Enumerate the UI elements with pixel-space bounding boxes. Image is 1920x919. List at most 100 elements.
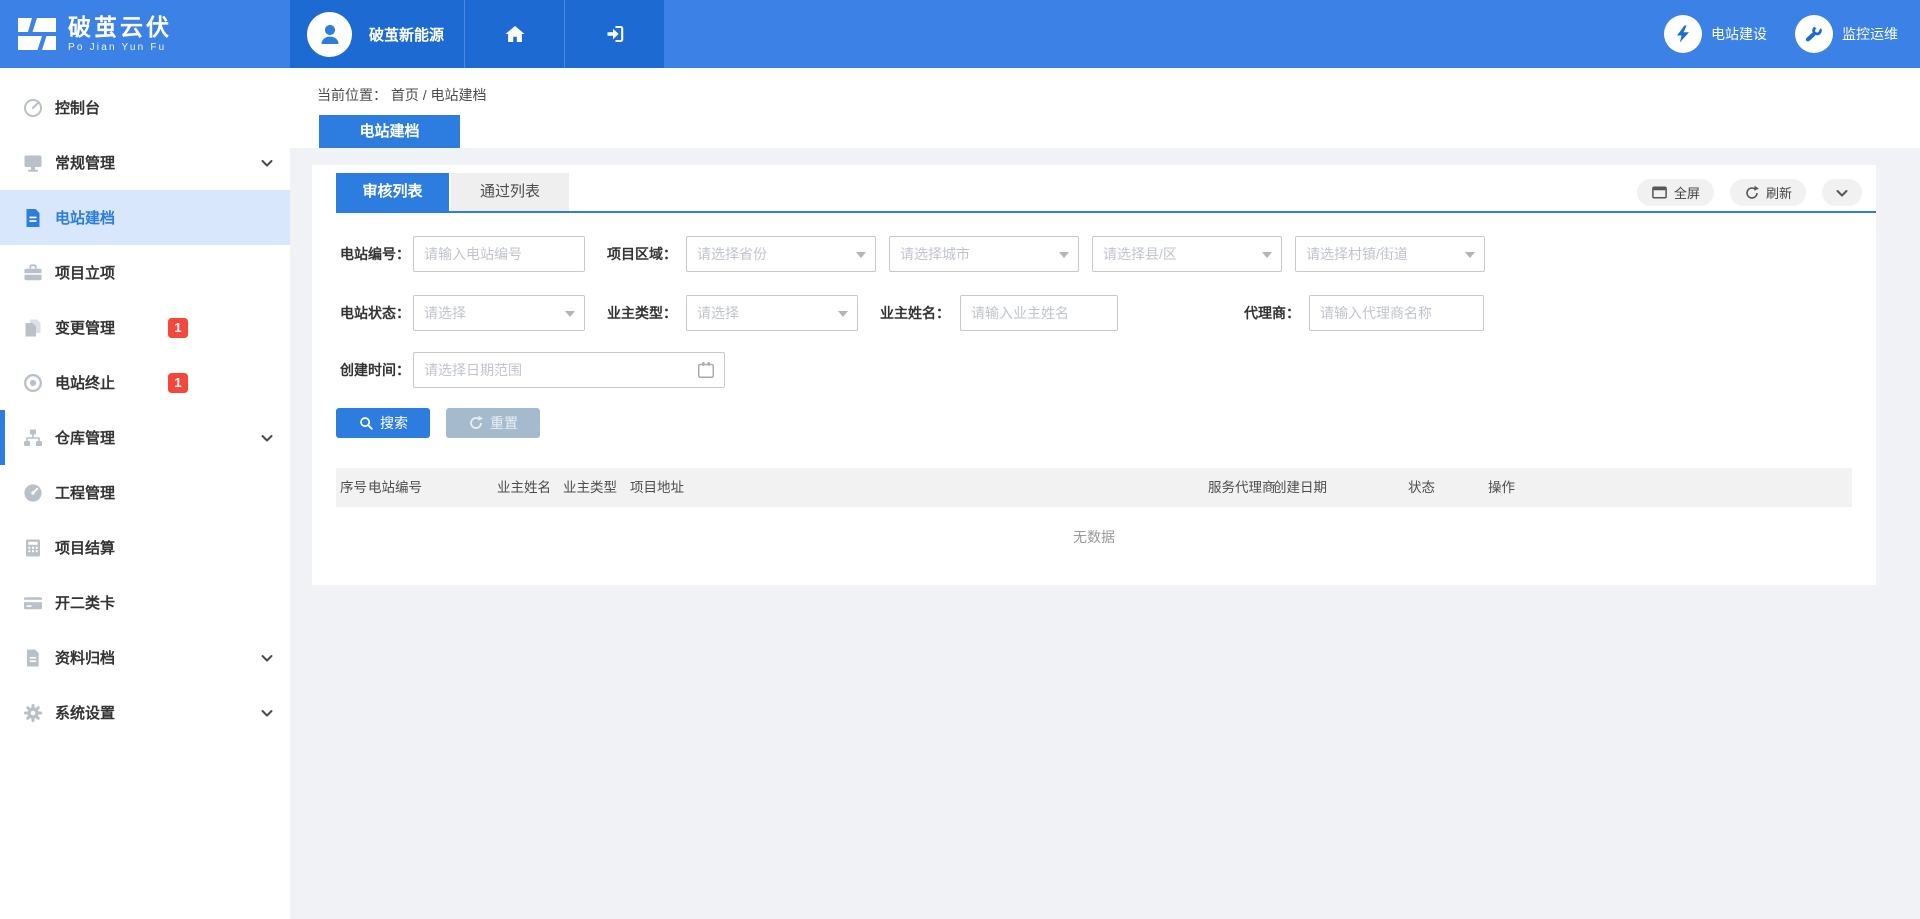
chevron-down-icon bbox=[260, 706, 274, 720]
home-icon bbox=[504, 23, 526, 45]
tab-review-list[interactable]: 审核列表 bbox=[336, 173, 449, 211]
archive-icon bbox=[22, 647, 44, 669]
reset-icon bbox=[468, 415, 484, 431]
sidebar-item-system-settings[interactable]: 系统设置 bbox=[0, 685, 290, 740]
reset-label: 重置 bbox=[490, 413, 518, 433]
logo: 破茧云伏 Po Jian Yun Fu bbox=[0, 0, 290, 68]
col-address: 项目地址 bbox=[630, 468, 684, 507]
lightning-icon bbox=[1664, 15, 1702, 53]
owner-type-select[interactable]: 请选择 bbox=[686, 295, 858, 331]
province-select[interactable]: 请选择省份 bbox=[686, 236, 876, 272]
sidebar-item-label: 项目结算 bbox=[55, 537, 115, 558]
monitor-icon bbox=[22, 152, 44, 174]
sidebar-item-label: 电站建档 bbox=[55, 207, 115, 228]
sidebar-item-open-class2-card[interactable]: 开二类卡 bbox=[0, 575, 290, 630]
sidebar-item-label: 资料归档 bbox=[55, 647, 115, 668]
sidebar-item-console[interactable]: 控制台 bbox=[0, 80, 290, 135]
breadcrumb-path[interactable]: 首页 / 电站建档 bbox=[391, 87, 487, 103]
chevron-down-icon bbox=[260, 156, 274, 170]
sidebar-item-warehouse-mgmt[interactable]: 仓库管理 bbox=[0, 410, 290, 465]
sidebar-item-station-archive[interactable]: 电站建档 bbox=[0, 190, 290, 245]
empty-state: 无数据 bbox=[312, 527, 1876, 547]
sitemap-icon bbox=[22, 427, 44, 449]
file-icon bbox=[22, 207, 44, 229]
sidebar-item-change-mgmt[interactable]: 变更管理 1 bbox=[0, 300, 290, 355]
home-button[interactable] bbox=[464, 0, 564, 68]
sidebar-item-document-archive[interactable]: 资料归档 bbox=[0, 630, 290, 685]
username-label: 破茧新能源 bbox=[369, 24, 444, 45]
refresh-label: 刷新 bbox=[1766, 183, 1792, 202]
nav-station-build[interactable]: 电站建设 bbox=[1664, 15, 1767, 53]
owner-type-placeholder: 请选择 bbox=[697, 303, 739, 323]
nav-monitor-ops-label: 监控运维 bbox=[1842, 24, 1898, 44]
breadcrumb: 当前位置： 首页 / 电站建档 bbox=[317, 85, 487, 105]
refresh-icon bbox=[1744, 185, 1760, 201]
refresh-button[interactable]: 刷新 bbox=[1730, 179, 1806, 206]
fullscreen-icon bbox=[1651, 184, 1668, 201]
search-button[interactable]: 搜索 bbox=[336, 408, 430, 438]
sidebar-item-engineering-mgmt[interactable]: 工程管理 bbox=[0, 465, 290, 520]
region-label: 项目区域： bbox=[595, 236, 677, 272]
logo-title: 破茧云伏 bbox=[68, 15, 172, 40]
collapse-button[interactable] bbox=[1822, 179, 1862, 206]
breadcrumb-prefix: 当前位置： bbox=[317, 87, 387, 103]
logo-subtitle: Po Jian Yun Fu bbox=[68, 42, 172, 53]
user-menu[interactable]: 破茧新能源 bbox=[290, 0, 464, 68]
agent-input[interactable] bbox=[1309, 295, 1484, 331]
caret-down-icon bbox=[838, 311, 848, 317]
sidebar-item-project-initiation[interactable]: 项目立项 bbox=[0, 245, 290, 300]
search-icon bbox=[358, 415, 374, 431]
logout-button[interactable] bbox=[564, 0, 664, 68]
briefcase-icon bbox=[22, 262, 44, 284]
col-owner-name: 业主姓名 bbox=[497, 468, 551, 507]
search-label: 搜索 bbox=[380, 413, 408, 433]
sidebar-item-label: 开二类卡 bbox=[55, 592, 115, 613]
fullscreen-button[interactable]: 全屏 bbox=[1637, 179, 1714, 206]
sidebar-item-general-mgmt[interactable]: 常规管理 bbox=[0, 135, 290, 190]
station-no-input[interactable] bbox=[413, 236, 585, 272]
tab-passed-list[interactable]: 通过列表 bbox=[451, 173, 569, 211]
caret-down-icon bbox=[1059, 252, 1069, 258]
logo-text: 破茧云伏 Po Jian Yun Fu bbox=[68, 15, 172, 53]
panel-toolbar: 全屏 刷新 bbox=[1637, 179, 1862, 206]
city-select-placeholder: 请选择城市 bbox=[900, 244, 970, 264]
station-status-select[interactable]: 请选择 bbox=[413, 295, 585, 331]
town-select[interactable]: 请选择村镇/街道 bbox=[1295, 236, 1485, 272]
content-panel: 审核列表 通过列表 全屏 刷新 bbox=[312, 165, 1876, 585]
gear-icon bbox=[22, 702, 44, 724]
notification-badge: 1 bbox=[168, 318, 188, 338]
caret-down-icon bbox=[1262, 252, 1272, 258]
caret-down-icon bbox=[565, 311, 575, 317]
target-icon bbox=[22, 372, 44, 394]
header-right: 电站建设 监控运维 bbox=[664, 0, 1920, 68]
owner-name-input[interactable] bbox=[960, 295, 1118, 331]
sidebar-item-project-settlement[interactable]: 项目结算 bbox=[0, 520, 290, 575]
avatar bbox=[307, 12, 352, 57]
sidebar-item-label: 项目立项 bbox=[55, 262, 115, 283]
station-status-label: 电站状态： bbox=[330, 295, 410, 331]
district-select[interactable]: 请选择县/区 bbox=[1092, 236, 1282, 272]
sidebar-item-station-terminate[interactable]: 电站终止 1 bbox=[0, 355, 290, 410]
logout-icon bbox=[604, 23, 626, 45]
city-select[interactable]: 请选择城市 bbox=[889, 236, 1079, 272]
station-no-label: 电站编号： bbox=[330, 236, 410, 272]
date-range-input[interactable] bbox=[413, 352, 725, 388]
col-status: 状态 bbox=[1408, 468, 1435, 507]
calculator-icon bbox=[22, 537, 44, 559]
user-icon bbox=[317, 21, 343, 47]
top-header: 破茧云伏 Po Jian Yun Fu 破茧新能源 bbox=[0, 0, 1920, 68]
dashboard-icon bbox=[22, 97, 44, 119]
district-select-placeholder: 请选择县/区 bbox=[1103, 244, 1177, 264]
caret-down-icon bbox=[856, 252, 866, 258]
col-owner-type: 业主类型 bbox=[563, 468, 617, 507]
nav-monitor-ops[interactable]: 监控运维 bbox=[1795, 15, 1898, 53]
chevron-down-icon bbox=[1835, 186, 1849, 200]
reset-button[interactable]: 重置 bbox=[446, 408, 540, 438]
main-content: 当前位置： 首页 / 电站建档 电站建档 审核列表 通过列表 全屏 bbox=[290, 68, 1920, 919]
col-seq: 序号 bbox=[340, 468, 367, 507]
page-tab-station-archive[interactable]: 电站建档 bbox=[319, 115, 460, 148]
sidebar-item-label: 变更管理 bbox=[55, 317, 115, 338]
town-select-placeholder: 请选择村镇/街道 bbox=[1306, 244, 1408, 264]
notification-badge: 1 bbox=[168, 373, 188, 393]
sidebar-item-label: 系统设置 bbox=[55, 702, 115, 723]
